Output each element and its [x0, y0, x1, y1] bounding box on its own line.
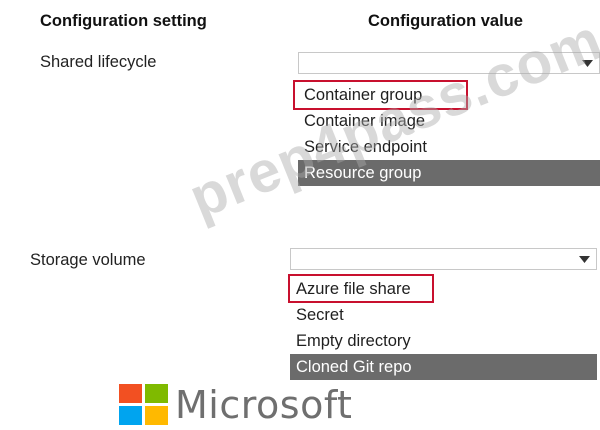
- logo-square: [119, 384, 142, 403]
- option-empty-directory[interactable]: Empty directory: [290, 328, 597, 354]
- header-configuration-value: Configuration value: [368, 12, 523, 30]
- option-container-group[interactable]: Container group: [298, 82, 600, 108]
- storage-volume-options: Azure file share Secret Empty directory …: [290, 276, 597, 380]
- chevron-down-icon[interactable]: [575, 53, 599, 73]
- microsoft-wordmark: Microsoft: [175, 383, 353, 427]
- microsoft-logo-icon: [119, 384, 169, 426]
- storage-volume-dropdown[interactable]: [290, 248, 597, 270]
- logo-square: [145, 384, 168, 403]
- option-resource-group[interactable]: Resource group: [298, 160, 600, 186]
- header-configuration-setting: Configuration setting: [40, 12, 207, 30]
- option-secret[interactable]: Secret: [290, 302, 597, 328]
- shared-lifecycle-dropdown[interactable]: [298, 52, 600, 74]
- logo-square: [119, 406, 142, 425]
- option-service-endpoint[interactable]: Service endpoint: [298, 134, 600, 160]
- option-container-image[interactable]: Container image: [298, 108, 600, 134]
- shared-lifecycle-label: Shared lifecycle: [40, 53, 157, 71]
- logo-square: [145, 406, 168, 425]
- storage-volume-label: Storage volume: [30, 251, 146, 269]
- chevron-down-icon[interactable]: [572, 249, 596, 269]
- shared-lifecycle-options: Container group Container image Service …: [298, 82, 600, 186]
- option-azure-file-share[interactable]: Azure file share: [290, 276, 597, 302]
- option-cloned-git-repo[interactable]: Cloned Git repo: [290, 354, 597, 380]
